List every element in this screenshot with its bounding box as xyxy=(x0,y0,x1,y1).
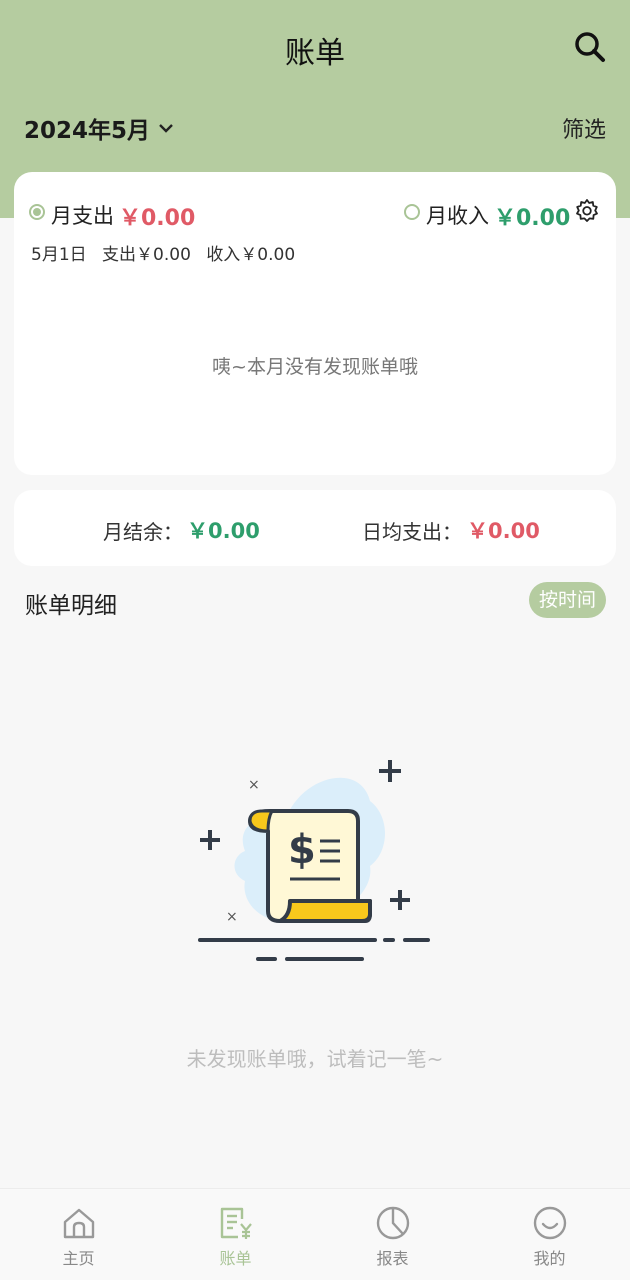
home-icon xyxy=(63,1208,95,1239)
tab-mine[interactable]: 我的 xyxy=(471,1189,628,1280)
chart-icon xyxy=(376,1206,410,1240)
page-title: 账单 xyxy=(285,36,345,71)
daily-average-value: ￥0.00 xyxy=(467,519,540,543)
income-radio[interactable] xyxy=(404,204,420,220)
daily-summary: 5月1日 支出￥0.00 收入￥0.00 xyxy=(31,240,305,265)
remain-label: 月结余： xyxy=(103,520,183,544)
bottom-tab-bar: 主页 账单 报表 我的 xyxy=(0,1188,630,1280)
month-picker[interactable]: 2024年5月 xyxy=(24,112,174,144)
bill-icon xyxy=(220,1207,252,1239)
tab-label: 主页 xyxy=(62,1249,95,1268)
search-icon xyxy=(575,32,605,62)
svg-text:×: × xyxy=(248,777,260,793)
profile-icon xyxy=(533,1206,567,1240)
tab-home[interactable]: 主页 xyxy=(0,1189,157,1280)
expense-value: ￥0.00 xyxy=(119,206,196,231)
day-date: 5月1日 xyxy=(31,245,87,265)
remain-value: ￥0.00 xyxy=(187,519,260,543)
empty-month-message: 咦~本月没有发现账单哦 xyxy=(212,356,418,378)
gear-icon[interactable] xyxy=(574,198,600,224)
search-button[interactable] xyxy=(570,28,610,68)
income-label[interactable]: 月收入 xyxy=(426,200,489,230)
expense-radio[interactable] xyxy=(29,204,45,220)
tab-bill[interactable]: 账单 xyxy=(157,1189,314,1280)
section-title: 账单明细 xyxy=(25,593,117,619)
month-label: 2024年5月 xyxy=(24,118,151,144)
empty-bill-illustration: $ × × xyxy=(198,760,430,961)
day-income: 收入￥0.00 xyxy=(206,245,296,265)
filter-button[interactable]: 筛选 xyxy=(562,112,606,144)
balance-card: 月结余： ￥0.00 日均支出： ￥0.00 xyxy=(14,490,616,566)
chevron-down-icon xyxy=(159,124,173,133)
tab-label: 我的 xyxy=(533,1249,566,1268)
svg-text:$: $ xyxy=(288,827,316,873)
sort-by-time-button[interactable]: 按时间 xyxy=(529,582,606,618)
day-expense: 支出￥0.00 xyxy=(102,245,191,265)
svg-text:×: × xyxy=(226,909,238,925)
tab-report[interactable]: 报表 xyxy=(314,1189,471,1280)
tab-label: 账单 xyxy=(219,1249,252,1268)
empty-list-message: 未发现账单哦，试着记一笔~ xyxy=(186,1047,444,1071)
tab-label: 报表 xyxy=(376,1249,409,1268)
income-value: ￥0.00 xyxy=(494,206,571,231)
expense-label[interactable]: 月支出 xyxy=(51,200,114,230)
daily-average-label: 日均支出： xyxy=(362,520,462,544)
monthly-summary-card: 月支出 ￥0.00 月收入 ￥0.00 5月1日 支出￥0.00 收入￥0.00… xyxy=(14,172,616,475)
